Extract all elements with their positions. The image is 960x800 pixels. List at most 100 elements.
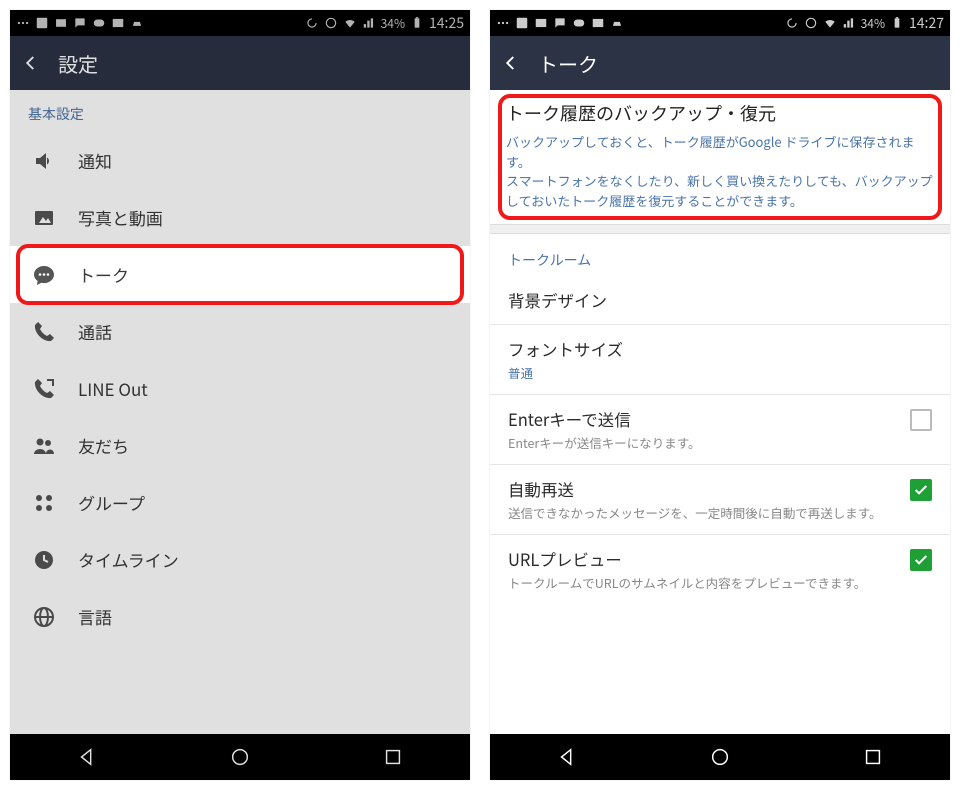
row-label: LINE Out <box>78 376 448 401</box>
more-icon <box>16 16 30 30</box>
phone-icon <box>32 320 56 344</box>
clock: 14:27 <box>909 13 944 33</box>
back-icon[interactable] <box>502 54 520 72</box>
settings-list: 基本設定 通知 写真と動画 トーク 通話 LINE Out 友だち グループ <box>10 90 470 734</box>
sync-icon <box>305 16 319 30</box>
status-icons-left <box>16 16 144 30</box>
row-label: 友だち <box>78 433 448 458</box>
clock-icon <box>32 548 56 572</box>
talk-settings: トーク履歴のバックアップ・復元 バックアップしておくと、トーク履歴がGoogle… <box>490 90 950 734</box>
phone-right-talk: 34% 14:27 トーク トーク履歴のバックアップ・復元 バックアップしておく… <box>490 10 950 780</box>
line-icon <box>572 16 586 30</box>
setting-value: 普通 <box>508 364 932 382</box>
backup-title: トーク履歴のバックアップ・復元 <box>506 100 934 126</box>
globe-icon <box>32 605 56 629</box>
battery-icon <box>890 16 904 30</box>
row-label: トーク <box>78 262 448 287</box>
row-talk[interactable]: トーク <box>10 246 470 303</box>
nav-recent-icon[interactable] <box>862 746 884 768</box>
setting-background[interactable]: 背景デザイン <box>490 276 950 325</box>
battery-icon <box>410 16 424 30</box>
nav-back-icon[interactable] <box>556 746 578 768</box>
row-label: グループ <box>78 490 448 515</box>
nav-home-icon[interactable] <box>229 746 251 768</box>
friends-icon <box>32 434 56 458</box>
nav-recent-icon[interactable] <box>382 746 404 768</box>
setting-title: Enterキーで送信 <box>508 407 898 431</box>
page-title: トーク <box>538 49 598 78</box>
status-bar: 34% 14:27 <box>490 10 950 36</box>
setting-auto-resend[interactable]: 自動再送 送信できなかったメッセージを、一定時間後に自動で再送します。 <box>490 465 950 535</box>
clock: 14:25 <box>429 13 464 33</box>
row-label: 写真と動画 <box>78 205 448 230</box>
row-notify[interactable]: 通知 <box>10 132 470 189</box>
app-bar: 設定 <box>10 36 470 90</box>
setting-title: 背景デザイン <box>508 288 932 312</box>
signal-icon <box>842 16 856 30</box>
section-basic: 基本設定 <box>10 90 470 132</box>
section-talkroom: トークルーム <box>490 234 950 276</box>
wifi-icon <box>823 16 837 30</box>
wifi-icon <box>343 16 357 30</box>
backup-restore-card[interactable]: トーク履歴のバックアップ・復元 バックアップしておくと、トーク履歴がGoogle… <box>490 90 950 224</box>
setting-title: フォントサイズ <box>508 337 932 361</box>
row-timeline[interactable]: タイムライン <box>10 531 470 588</box>
battery-pct: 34% <box>861 15 885 32</box>
image-icon <box>591 16 605 30</box>
battery-pct: 34% <box>381 15 405 32</box>
status-icons-right: 34% 14:27 <box>785 13 944 33</box>
nfc-icon <box>804 16 818 30</box>
setting-url-preview[interactable]: URLプレビュー トークルームでURLのサムネイルと内容をプレビューできます。 <box>490 535 950 604</box>
chat-icon <box>73 16 87 30</box>
car-icon <box>130 16 144 30</box>
setting-sub: トークルームでURLのサムネイルと内容をプレビューできます。 <box>508 574 898 592</box>
row-call[interactable]: 通話 <box>10 303 470 360</box>
setting-sub: Enterキーが送信キーになります。 <box>508 434 898 452</box>
row-lang[interactable]: 言語 <box>10 588 470 645</box>
app-bar: トーク <box>490 36 950 90</box>
backup-desc: バックアップしておくと、トーク履歴がGoogle ドライブに保存されます。 スマ… <box>506 132 934 210</box>
photo-icon <box>32 206 56 230</box>
sync-icon <box>785 16 799 30</box>
row-lineout[interactable]: LINE Out <box>10 360 470 417</box>
row-group[interactable]: グループ <box>10 474 470 531</box>
status-icons-left <box>496 16 624 30</box>
more-icon <box>496 16 510 30</box>
facebook-icon <box>35 16 49 30</box>
setting-title: 自動再送 <box>508 477 898 501</box>
chat-bubble-icon <box>32 263 56 287</box>
row-label: 通話 <box>78 319 448 344</box>
divider <box>490 224 950 234</box>
setting-enter-send[interactable]: Enterキーで送信 Enterキーが送信キーになります。 <box>490 395 950 465</box>
setting-fontsize[interactable]: フォントサイズ 普通 <box>490 325 950 395</box>
facebook-icon <box>515 16 529 30</box>
mail-icon <box>54 16 68 30</box>
checkbox-checked-icon[interactable] <box>910 549 932 571</box>
status-icons-right: 34% 14:25 <box>305 13 464 33</box>
nav-home-icon[interactable] <box>709 746 731 768</box>
line-icon <box>92 16 106 30</box>
nfc-icon <box>324 16 338 30</box>
row-friends[interactable]: 友だち <box>10 417 470 474</box>
back-icon[interactable] <box>22 54 40 72</box>
speaker-icon <box>32 149 56 173</box>
chat-icon <box>553 16 567 30</box>
android-navbar <box>10 734 470 780</box>
phone-left-settings: 34% 14:25 設定 基本設定 通知 写真と動画 トーク 通話 LINE O… <box>10 10 470 780</box>
page-title: 設定 <box>58 49 98 78</box>
android-navbar <box>490 734 950 780</box>
status-bar: 34% 14:25 <box>10 10 470 36</box>
checkbox-checked-icon[interactable] <box>910 479 932 501</box>
nav-back-icon[interactable] <box>76 746 98 768</box>
row-label: 通知 <box>78 148 448 173</box>
signal-icon <box>362 16 376 30</box>
row-label: 言語 <box>78 604 448 629</box>
group-icon <box>32 491 56 515</box>
checkbox-unchecked-icon[interactable] <box>910 409 932 431</box>
mail-icon <box>534 16 548 30</box>
setting-title: URLプレビュー <box>508 547 898 571</box>
row-label: タイムライン <box>78 547 448 572</box>
image-icon <box>111 16 125 30</box>
phone-out-icon <box>32 377 56 401</box>
row-photo[interactable]: 写真と動画 <box>10 189 470 246</box>
